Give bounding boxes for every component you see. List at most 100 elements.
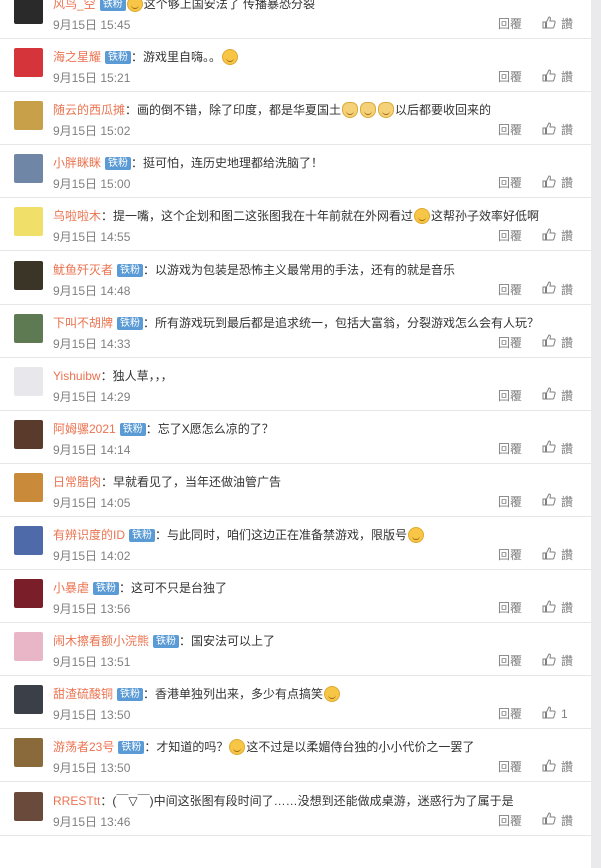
like-button[interactable]: 讚: [542, 281, 573, 298]
comment-text: ：所有游戏玩到最后都是追求统一，包括大富翁，分裂游戏怎么会有人玩？: [143, 315, 540, 330]
like-button[interactable]: 讚: [542, 440, 573, 457]
reply-button[interactable]: 回覆: [498, 281, 522, 298]
reply-button[interactable]: 回覆: [498, 652, 522, 669]
username-link[interactable]: 小暴虐: [53, 581, 89, 595]
comment-actions: 回覆 讚: [498, 68, 573, 85]
reply-button[interactable]: 回覆: [498, 599, 522, 616]
thumbs-up-icon: [542, 812, 561, 828]
like-button[interactable]: 讚: [542, 758, 573, 775]
username-link[interactable]: 风鸟_空: [53, 0, 96, 11]
like-count: 讚: [560, 494, 573, 509]
like-count: 讚: [560, 123, 573, 138]
like-button[interactable]: 讚: [542, 599, 573, 616]
reply-button[interactable]: 回覆: [498, 174, 522, 191]
user-avatar[interactable]: [14, 101, 43, 131]
username-link[interactable]: 随云的西瓜摊: [53, 103, 125, 117]
user-avatar[interactable]: [14, 0, 43, 24]
user-avatar[interactable]: [14, 579, 43, 609]
comment-actions: 回覆 讚: [498, 121, 573, 138]
thumbs-up-icon: [542, 653, 561, 669]
like-button[interactable]: 讚: [542, 174, 573, 191]
comment-timestamp: 9月15日 14:05: [53, 495, 131, 510]
like-button[interactable]: 讚: [542, 68, 573, 85]
user-avatar[interactable]: [14, 738, 43, 768]
cat-emoji-icon: [342, 102, 359, 119]
comment-actions: 回覆 讚: [498, 493, 573, 510]
comment-actions: 回覆 讚: [498, 281, 573, 298]
user-avatar[interactable]: [14, 260, 43, 290]
username-link[interactable]: 阿姆骡2021: [53, 422, 116, 436]
user-avatar[interactable]: [14, 154, 43, 184]
username-link[interactable]: 乌啦啦木: [53, 209, 101, 223]
username-link[interactable]: 鱿鱼歼灭者: [53, 263, 113, 277]
like-button[interactable]: 讚: [542, 334, 573, 351]
user-avatar[interactable]: [14, 366, 43, 396]
reply-button[interactable]: 回覆: [498, 387, 522, 404]
user-avatar[interactable]: [14, 419, 43, 449]
reply-button[interactable]: 回覆: [498, 121, 522, 138]
username-link[interactable]: 闹木擦看额小浣熊: [53, 634, 149, 648]
like-button[interactable]: 讚: [542, 227, 573, 244]
user-avatar[interactable]: [14, 791, 43, 821]
comment-content: 小暴虐 铁粉 ：这可不只是台独了: [53, 579, 579, 597]
reply-button[interactable]: 回覆: [498, 812, 522, 829]
thumbs-up-icon: [542, 122, 561, 138]
comment-item: Yishuibw：独人草，，， 9月15日 14:29 回覆 讚: [0, 357, 591, 411]
username-link[interactable]: 有辨识度的ID: [53, 528, 125, 542]
reply-button[interactable]: 回覆: [498, 546, 522, 563]
username-link[interactable]: 日常腊肉: [53, 475, 101, 489]
reply-button[interactable]: 回覆: [498, 493, 522, 510]
like-button[interactable]: 讚: [542, 387, 573, 404]
like-count: 讚: [560, 813, 573, 828]
user-avatar[interactable]: [14, 313, 43, 343]
like-button[interactable]: 讚: [542, 493, 573, 510]
fan-badge: 铁粉: [117, 316, 144, 330]
username-link[interactable]: 海之星耀: [53, 50, 101, 64]
user-avatar[interactable]: [14, 207, 43, 237]
comment-text: ：早就看见了，当年还做油管广告: [101, 474, 282, 489]
like-button[interactable]: 1: [542, 706, 573, 722]
comment-item: 日常腊肉：早就看见了，当年还做油管广告 9月15日 14:05 回覆 讚: [0, 463, 591, 517]
like-button[interactable]: 讚: [542, 121, 573, 138]
comment-text: ：这可不只是台独了: [119, 581, 228, 596]
username-link[interactable]: RRESTtt: [53, 794, 100, 808]
thumbs-up-icon: [542, 706, 561, 722]
comment-text: 这不过是以柔媚侍台独的小小代价之一罢了: [246, 740, 475, 755]
reply-button[interactable]: 回覆: [498, 440, 522, 457]
thumbs-up-icon: [542, 334, 561, 350]
user-avatar[interactable]: [14, 526, 43, 555]
reply-button[interactable]: 回覆: [498, 227, 522, 244]
fan-badge: 铁粉: [117, 688, 144, 702]
reply-button[interactable]: 回覆: [498, 705, 522, 722]
like-count: 讚: [560, 17, 573, 31]
username-link[interactable]: Yishuibw: [53, 369, 101, 383]
like-count: 讚: [560, 388, 573, 403]
reply-button[interactable]: 回覆: [498, 758, 522, 775]
username-link[interactable]: 下叫不胡牌: [53, 316, 113, 330]
reply-button[interactable]: 回覆: [498, 15, 522, 32]
comment-content: 阿姆骡2021 铁粉 ：忘了X愿怎么凉的了？: [53, 420, 579, 438]
like-button[interactable]: 讚: [542, 652, 573, 669]
comment-actions: 回覆 讚: [498, 440, 573, 457]
user-avatar[interactable]: [14, 472, 43, 502]
comment-timestamp: 9月15日 13:51: [53, 655, 131, 670]
comment-item: RRESTtt：(￣▽￣)中间这张图有段时间了……没想到还能做成桌游，迷惑行为了…: [0, 782, 591, 836]
username-link[interactable]: 甜渣硫酸铜: [53, 687, 113, 701]
user-avatar[interactable]: [14, 632, 43, 662]
user-avatar[interactable]: [14, 48, 43, 78]
scrollbar[interactable]: [591, 0, 601, 868]
comment-timestamp: 9月15日 14:29: [53, 389, 131, 404]
username-link[interactable]: 小胖眯眯: [53, 156, 101, 170]
comment-item: 鱿鱼歼灭者 铁粉 ：以游戏为包装是恐怖主义最常用的手法，还有的就是音乐 9月15日 1…: [0, 251, 591, 305]
like-button[interactable]: 讚: [542, 546, 573, 563]
like-button[interactable]: 讚: [542, 15, 573, 32]
user-avatar[interactable]: [14, 685, 43, 715]
thumbs-up-icon: [542, 15, 561, 32]
comment-timestamp: 9月15日 14:02: [53, 549, 131, 563]
comment-text: 这个够上国安法了 传播暴恐分裂: [143, 0, 316, 11]
comment-item: 闹木擦看额小浣熊 铁粉 ：国安法可以上了 9月15日 13:51 回覆 讚: [0, 622, 591, 677]
username-link[interactable]: 游荡者23号: [53, 740, 114, 754]
like-button[interactable]: 讚: [542, 812, 573, 829]
reply-button[interactable]: 回覆: [498, 334, 522, 351]
reply-button[interactable]: 回覆: [498, 68, 522, 85]
